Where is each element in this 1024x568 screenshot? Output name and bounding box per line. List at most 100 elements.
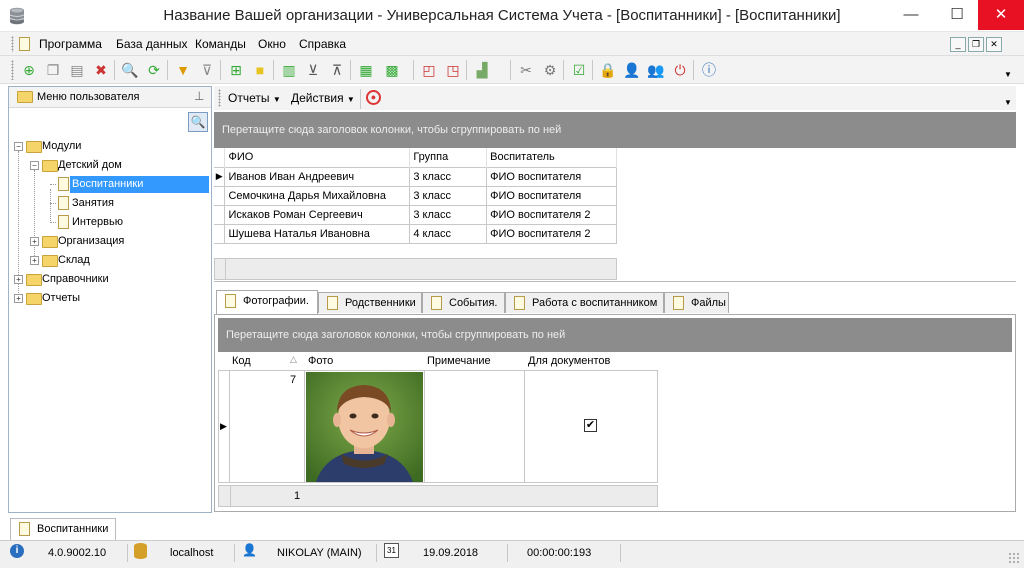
actions-dropdown[interactable]: Действия ▼ bbox=[291, 91, 355, 105]
group-by-panel[interactable]: Перетащите сюда заголовок колонки, чтобы… bbox=[214, 112, 1016, 148]
info-icon[interactable]: ⓘ bbox=[700, 61, 718, 79]
cell-fio[interactable]: Иванов Иван Андреевич bbox=[224, 166, 411, 187]
menu-window[interactable]: Окно bbox=[258, 37, 286, 51]
filter-icon[interactable]: ▼ bbox=[174, 61, 192, 79]
columns-icon[interactable]: ▥ bbox=[280, 61, 298, 79]
menu-commands[interactable]: Команды bbox=[195, 37, 246, 51]
column-header-photo[interactable]: Фото bbox=[308, 355, 333, 367]
refresh-icon[interactable]: ⟳ bbox=[145, 61, 163, 79]
tab-events[interactable]: События. bbox=[422, 292, 505, 313]
folder-open-icon bbox=[42, 160, 58, 172]
clear-filter-icon[interactable]: ⊽ bbox=[198, 61, 216, 79]
menu-database[interactable]: База данных bbox=[116, 37, 187, 51]
toolbar-grip[interactable] bbox=[218, 89, 221, 107]
status-bar bbox=[0, 540, 1024, 568]
column-header-note[interactable]: Примечание bbox=[427, 355, 491, 367]
expand-icon[interactable]: + bbox=[30, 256, 39, 265]
mdi-restore-icon[interactable]: ❐ bbox=[968, 37, 984, 52]
expand-icon[interactable]: + bbox=[14, 294, 23, 303]
column-header-group[interactable]: Группа bbox=[409, 148, 488, 167]
column-header-teacher[interactable]: Воспитатель bbox=[486, 148, 617, 167]
close-window-icon[interactable]: ◳ bbox=[444, 61, 462, 79]
cell-fio[interactable]: Семочкина Дарья Михайловна bbox=[224, 185, 411, 206]
minimize-button[interactable]: — bbox=[888, 0, 934, 30]
table-row[interactable]: Шушева Наталья Ивановна 4 класс ФИО восп… bbox=[214, 223, 617, 244]
tab-files[interactable]: Файлы bbox=[664, 292, 729, 313]
column-header-fio[interactable]: ФИО bbox=[224, 148, 411, 167]
tree-item-pupils[interactable]: Воспитанники bbox=[72, 178, 143, 190]
maximize-button[interactable]: ☐ bbox=[934, 0, 980, 30]
tree-item-organization[interactable]: Организация bbox=[58, 235, 124, 247]
resize-grip-icon[interactable] bbox=[1008, 552, 1020, 564]
table-row[interactable]: ▶ Иванов Иван Андреевич 3 класс ФИО восп… bbox=[214, 166, 617, 187]
new-window-icon[interactable]: ◰ bbox=[420, 61, 438, 79]
lock-icon[interactable]: 🔒 bbox=[599, 61, 617, 79]
users-icon[interactable]: 👥 bbox=[647, 61, 665, 79]
cell-group[interactable]: 3 класс bbox=[409, 166, 488, 187]
expand-icon[interactable]: + bbox=[30, 237, 39, 246]
excel-icon[interactable]: ▩ bbox=[383, 61, 401, 79]
menu-program[interactable]: Программа bbox=[39, 37, 102, 51]
expand-all-icon[interactable]: ⊻ bbox=[304, 61, 322, 79]
note-icon[interactable]: ■ bbox=[251, 61, 269, 79]
cell-teacher[interactable]: ФИО воспитателя bbox=[486, 166, 617, 187]
collapse-icon[interactable]: − bbox=[14, 142, 23, 151]
user-key-icon[interactable]: 👤 bbox=[623, 61, 641, 79]
edit-record-icon[interactable]: ▤ bbox=[68, 61, 86, 79]
close-button[interactable]: ✕ bbox=[978, 0, 1024, 30]
menu-help[interactable]: Справка bbox=[299, 37, 346, 51]
cell-teacher[interactable]: ФИО воспитателя bbox=[486, 185, 617, 206]
cell-teacher[interactable]: ФИО воспитателя 2 bbox=[486, 223, 617, 244]
table-row[interactable]: Искаков Роман Сергеевич 3 класс ФИО восп… bbox=[214, 204, 617, 225]
toolbar-grip[interactable] bbox=[11, 60, 14, 80]
collapse-icon[interactable]: − bbox=[30, 161, 39, 170]
pin-icon[interactable]: ⊥ bbox=[194, 89, 204, 103]
table-row[interactable]: Семочкина Дарья Михайловна 3 класс ФИО в… bbox=[214, 185, 617, 206]
tree-item-orphanage[interactable]: Детский дом bbox=[58, 159, 122, 171]
tools-icon[interactable]: ✂ bbox=[517, 61, 535, 79]
approve-icon[interactable]: ☑ bbox=[570, 61, 588, 79]
folder-icon bbox=[26, 293, 42, 305]
copy-record-icon[interactable]: ❐ bbox=[44, 61, 62, 79]
cell-fio[interactable]: Искаков Роман Сергеевич bbox=[224, 204, 411, 225]
tab-relatives[interactable]: Родственники bbox=[318, 292, 422, 313]
search-icon[interactable]: 🔍 bbox=[188, 112, 208, 132]
mdi-close-icon[interactable]: ✕ bbox=[986, 37, 1002, 52]
disconnect-icon[interactable]: ⏻ bbox=[671, 61, 689, 79]
tree-item-reports[interactable]: Отчеты bbox=[42, 292, 80, 304]
reports-dropdown[interactable]: Отчеты ▼ bbox=[228, 91, 281, 105]
collapse-all-icon[interactable]: ⊼ bbox=[328, 61, 346, 79]
pupil-photo[interactable] bbox=[306, 372, 423, 482]
tab-photos[interactable]: Фотографии. bbox=[216, 290, 318, 315]
menu-grip[interactable] bbox=[11, 36, 14, 52]
delete-record-icon[interactable]: ✖ bbox=[92, 61, 110, 79]
tree-item-lessons[interactable]: Занятия bbox=[72, 197, 114, 209]
cell-teacher[interactable]: ФИО воспитателя 2 bbox=[486, 204, 617, 225]
cell-code[interactable]: 7 bbox=[290, 374, 296, 386]
add-column-icon[interactable]: ⊞ bbox=[227, 61, 245, 79]
stop-icon[interactable]: ● bbox=[366, 90, 381, 105]
document-tab-pupils[interactable]: Воспитанники bbox=[10, 518, 116, 540]
add-record-icon[interactable]: ⊕ bbox=[20, 61, 38, 79]
toolbar-overflow-icon[interactable]: ▼ bbox=[1004, 70, 1012, 79]
tree-item-interview[interactable]: Интервью bbox=[72, 216, 123, 228]
tree-item-warehouse[interactable]: Склад bbox=[58, 254, 90, 266]
cell-fio[interactable]: Шушева Наталья Ивановна bbox=[224, 223, 411, 244]
search-icon[interactable]: 🔍 bbox=[121, 61, 139, 79]
export-icon[interactable]: ▦ bbox=[357, 61, 375, 79]
cell-group[interactable]: 4 класс bbox=[409, 223, 488, 244]
cell-group[interactable]: 3 класс bbox=[409, 185, 488, 206]
expand-icon[interactable]: + bbox=[14, 275, 23, 284]
cell-group[interactable]: 3 класс bbox=[409, 204, 488, 225]
print-icon[interactable]: ▟ bbox=[473, 61, 491, 79]
for-documents-checkbox[interactable]: ✔ bbox=[584, 419, 597, 432]
tree-item-modules[interactable]: Модули bbox=[42, 140, 81, 152]
tree-item-references[interactable]: Справочники bbox=[42, 273, 109, 285]
mdi-minimize-icon[interactable]: _ bbox=[950, 37, 966, 52]
column-header-code[interactable]: Код bbox=[232, 355, 251, 367]
group-by-panel[interactable]: Перетащите сюда заголовок колонки, чтобы… bbox=[218, 318, 1012, 352]
tab-work-with-pupil[interactable]: Работа с воспитанником bbox=[505, 292, 664, 313]
column-header-for-documents[interactable]: Для документов bbox=[528, 355, 610, 367]
toolbar-overflow-icon[interactable]: ▼ bbox=[1004, 98, 1012, 107]
settings-icon[interactable]: ⚙ bbox=[541, 61, 559, 79]
